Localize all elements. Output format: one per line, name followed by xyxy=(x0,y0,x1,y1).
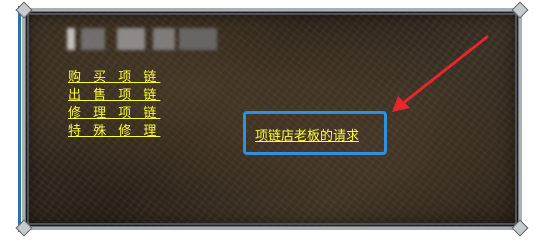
blur-block xyxy=(117,28,145,50)
blur-block xyxy=(67,28,75,50)
annotation-highlight-box xyxy=(243,111,387,155)
blur-block xyxy=(81,28,105,50)
menu-item-sell-necklace[interactable]: 出 售 项 链 xyxy=(68,87,160,105)
shop-menu: 购 买 项 链 出 售 项 链 修 理 项 链 特 殊 修 理 xyxy=(68,69,160,141)
frame-corner xyxy=(511,219,529,237)
blur-block xyxy=(179,28,217,50)
window-edge xyxy=(18,6,21,232)
menu-item-buy-necklace[interactable]: 购 买 项 链 xyxy=(68,69,160,87)
screenshot-root: 购 买 项 链 出 售 项 链 修 理 项 链 特 殊 修 理 项链店老板的请求 xyxy=(0,0,536,246)
menu-item-special-repair[interactable]: 特 殊 修 理 xyxy=(68,123,160,141)
blur-block xyxy=(153,28,175,50)
menu-item-repair-necklace[interactable]: 修 理 项 链 xyxy=(68,105,160,123)
npc-name-blurred xyxy=(67,28,217,50)
frame-corner xyxy=(511,1,529,19)
